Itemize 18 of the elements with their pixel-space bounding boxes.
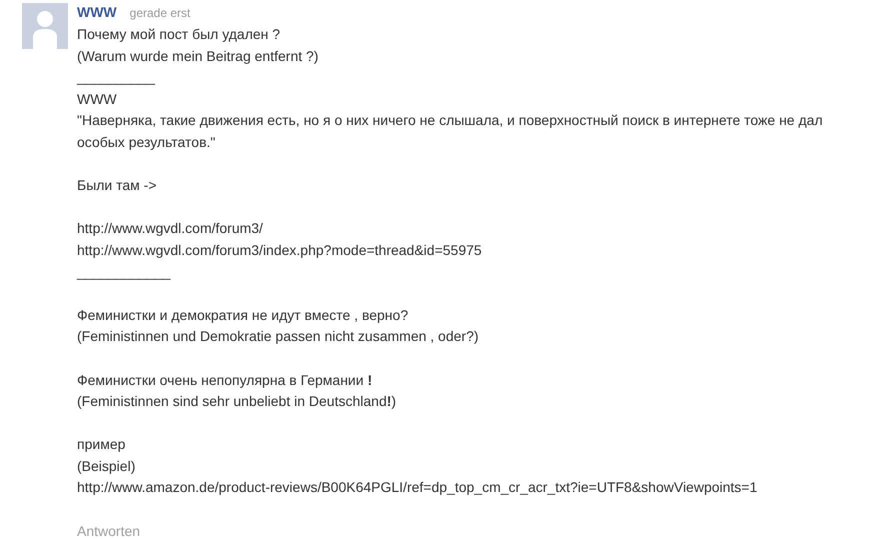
comment-text: http://www.wgvdl.com/forum3/ bbox=[77, 219, 263, 238]
timestamp: gerade erst bbox=[130, 6, 190, 20]
comment-text: пример bbox=[77, 435, 126, 454]
comment-text: (Warum wurde mein Beitrag entfernt ?) bbox=[77, 46, 318, 66]
comment-text: (Beispiel) bbox=[77, 456, 136, 476]
comment-text: Феминистки очень непопулярна в Германии ! bbox=[77, 370, 372, 390]
comment-text: http://www.wgvdl.com/forum3/index.php?mode=thread&id=55975 bbox=[77, 240, 482, 260]
comment-text: __________ bbox=[77, 68, 155, 88]
comment-text: http://www.amazon.de/product-reviews/B00K64PGLI/ref=dp_top_cm_cr_acr_txt?ie=UTF8&showViewpoints=1 bbox=[77, 478, 758, 498]
comment-text: "Наверняка, такие движения есть, но я о них ничего не слышала, и поверхностный поиск в интернете тоже не дал особых результатов." bbox=[77, 111, 824, 152]
author-name[interactable]: WWW bbox=[77, 4, 117, 20]
comment-text: Были там -> bbox=[77, 176, 157, 196]
comment-text: ____________ bbox=[77, 262, 170, 282]
comment-text: WWW bbox=[77, 90, 117, 109]
comment-text: (Feministinnen sind sehr unbeliebt in Deutschland!) bbox=[77, 392, 396, 412]
comment-text: (Feministinnen und Demokratie passen nicht zusammen , oder?) bbox=[77, 327, 479, 346]
comment-text: Феминистки и демократия не идут вместе , верно? bbox=[77, 306, 408, 325]
comment-text: Почему мой пост был удален ? bbox=[77, 25, 280, 44]
